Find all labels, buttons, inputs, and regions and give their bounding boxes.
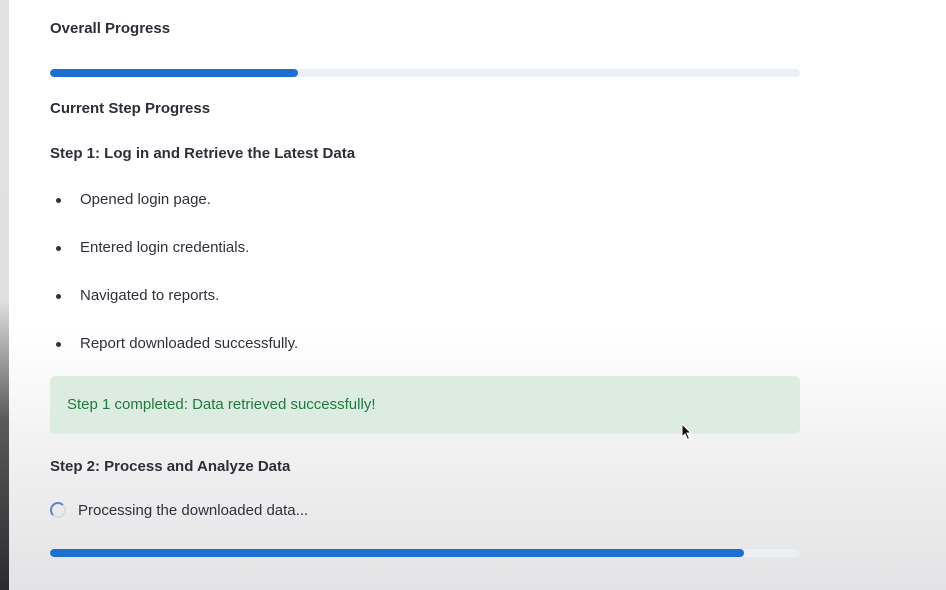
overall-progress-fill bbox=[50, 69, 298, 77]
step2-progress-fill bbox=[50, 549, 744, 557]
progress-panel: Overall Progress Current Step Progress S… bbox=[50, 0, 800, 590]
overall-progress-bar bbox=[50, 69, 800, 77]
step2-status: Processing the downloaded data... bbox=[50, 498, 308, 522]
list-item-text: Report downloaded successfully. bbox=[80, 335, 299, 352]
list-item-text: Opened login page. bbox=[80, 191, 211, 208]
overall-progress-title: Overall Progress bbox=[50, 20, 171, 37]
list-item: Entered login credentials. bbox=[50, 236, 298, 284]
list-item-text: Navigated to reports. bbox=[80, 287, 220, 304]
list-item: Report downloaded successfully. bbox=[50, 332, 298, 380]
bullet-dot-icon bbox=[56, 246, 61, 251]
step1-title: Step 1: Log in and Retrieve the Latest D… bbox=[50, 145, 356, 162]
current-step-progress-title: Current Step Progress bbox=[50, 100, 211, 117]
loading-spinner-icon bbox=[50, 502, 66, 518]
bullet-dot-icon bbox=[56, 342, 61, 347]
bullet-dot-icon bbox=[56, 294, 61, 299]
bullet-dot-icon bbox=[56, 198, 61, 203]
window-frame-edge bbox=[0, 0, 9, 590]
step2-title: Step 2: Process and Analyze Data bbox=[50, 458, 291, 475]
list-item-text: Entered login credentials. bbox=[80, 239, 250, 256]
list-item: Opened login page. bbox=[50, 188, 298, 236]
mouse-pointer-icon bbox=[681, 423, 693, 441]
step2-progress-bar bbox=[50, 549, 800, 557]
step2-status-text: Processing the downloaded data... bbox=[78, 501, 309, 519]
step1-action-list: Opened login page. Entered login credent… bbox=[50, 188, 298, 380]
list-item: Navigated to reports. bbox=[50, 284, 298, 332]
step1-success-message: Step 1 completed: Data retrieved success… bbox=[67, 396, 376, 413]
